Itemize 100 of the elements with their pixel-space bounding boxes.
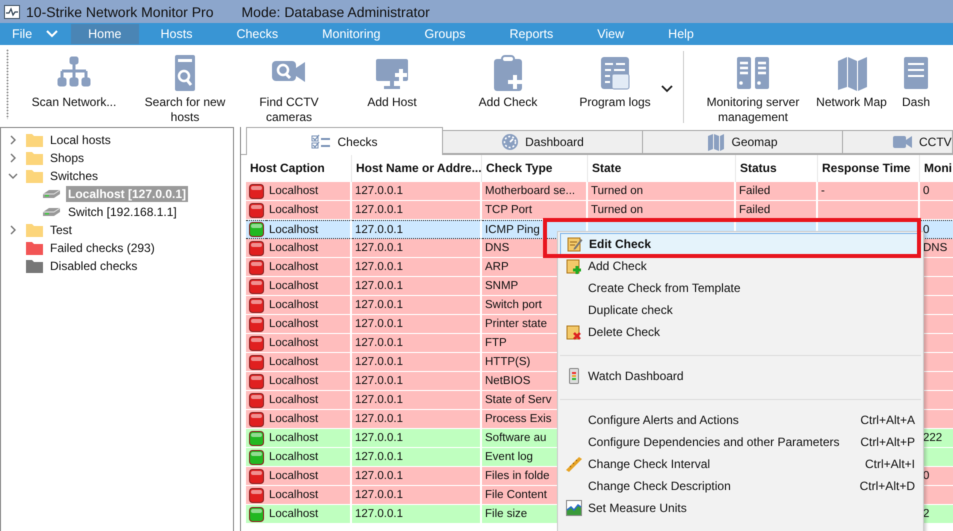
table-cell: Localhost xyxy=(266,391,352,410)
menu-item-label: Change Check Interval xyxy=(588,457,712,471)
table-cell: Localhost xyxy=(266,239,352,258)
camera-icon xyxy=(893,135,913,149)
window-title: 10-Strike Network Monitor Pro xyxy=(26,4,214,20)
chart-icon xyxy=(566,500,582,516)
table-cell: 127.0.0.1 xyxy=(352,220,482,239)
column-header[interactable]: Moni xyxy=(920,155,953,182)
notepad-pencil-icon xyxy=(567,236,583,252)
table-cell: 127.0.0.1 xyxy=(352,429,482,448)
table-cell: 127.0.0.1 xyxy=(352,277,482,296)
table-cell: Localhost xyxy=(266,277,352,296)
ribbon-button[interactable]: Program logs xyxy=(569,55,661,110)
ribbon-button[interactable]: Monitoring server management xyxy=(696,55,810,125)
shortcut-label: Ctrl+Alt+I xyxy=(864,457,916,471)
table-cell: Localhost xyxy=(266,448,352,467)
tree-item[interactable]: Disabled checks xyxy=(48,258,140,274)
shortcut-label: Ctrl+Alt+A xyxy=(860,413,916,427)
chevron-down-icon[interactable] xyxy=(8,171,18,181)
shortcut-label: Ctrl+Alt+D xyxy=(860,479,916,493)
table-cell: 127.0.0.1 xyxy=(352,334,482,353)
ribbon-button[interactable]: Add Check xyxy=(447,55,569,110)
tab[interactable]: Dashboard xyxy=(443,130,643,154)
table-cell xyxy=(920,201,953,220)
table-cell: Localhost xyxy=(266,315,352,334)
table-cell: Motherboard se... xyxy=(482,182,588,201)
gauge-icon xyxy=(501,133,520,151)
checklist-icon xyxy=(311,134,332,150)
tab[interactable]: Checks xyxy=(246,127,443,155)
table-cell: Localhost xyxy=(266,258,352,277)
menu-item-label: Configure Alerts and Actions xyxy=(588,413,740,427)
table-cell: Localhost xyxy=(266,182,352,201)
ribbon-button[interactable]: Scan Network... xyxy=(19,55,129,110)
menu-item-label: Duplicate check xyxy=(588,303,674,317)
tree-item[interactable]: Failed checks (293) xyxy=(48,240,157,256)
clipboard-delete-icon xyxy=(566,324,582,340)
chevron-right-icon[interactable] xyxy=(8,135,18,145)
ribbon-button[interactable]: Dash xyxy=(893,55,939,110)
ruler-icon xyxy=(566,456,582,472)
table-cell: 127.0.0.1 xyxy=(352,448,482,467)
clipboard-plus-icon xyxy=(566,258,582,274)
tab[interactable]: CCTV xyxy=(843,130,953,154)
table-cell: - xyxy=(818,182,920,201)
table-cell: 127.0.0.1 xyxy=(352,372,482,391)
table-cell: 0 xyxy=(920,220,953,239)
table-cell: 127.0.0.1 xyxy=(352,182,482,201)
table-cell: 127.0.0.1 xyxy=(352,391,482,410)
network-switch-icon xyxy=(43,207,60,217)
network-switch-icon xyxy=(43,189,60,199)
folder-icon xyxy=(26,169,43,183)
folder-icon xyxy=(26,151,43,165)
table-cell: Failed xyxy=(736,182,818,201)
ribbon-button[interactable]: Add Host xyxy=(337,55,447,110)
menu-item-label: Watch Dashboard xyxy=(588,369,685,383)
table-cell: Localhost xyxy=(266,505,352,524)
table-cell: Localhost xyxy=(266,429,352,448)
pulse-icon xyxy=(4,4,20,18)
table-cell: Localhost xyxy=(266,372,352,391)
table-cell: 0 xyxy=(920,182,953,201)
map-icon xyxy=(707,133,726,151)
table-cell: 127.0.0.1 xyxy=(352,201,482,220)
ribbon-button[interactable]: Find CCTV cameras xyxy=(241,55,337,125)
caret-icon[interactable] xyxy=(661,85,673,93)
tree-item[interactable]: Switch [192.168.1.1] xyxy=(66,204,179,220)
folder-icon xyxy=(26,241,43,255)
menu-item-label: Configure Dependencies and other Parameters xyxy=(588,435,840,449)
menu-item[interactable]: Home xyxy=(71,24,138,44)
menu-item-label: Create Check from Template xyxy=(588,281,742,295)
menu-item-label: Delete Check xyxy=(588,325,662,339)
chevron-right-icon[interactable] xyxy=(8,225,18,235)
mode-label: Mode: Database Administrator xyxy=(242,4,430,20)
table-cell: Turned on xyxy=(588,182,736,201)
tree-item[interactable]: Shops xyxy=(48,150,86,166)
table-cell: 127.0.0.1 xyxy=(352,505,482,524)
table-cell: 127.0.0.1 xyxy=(352,315,482,334)
table-cell: Localhost xyxy=(266,486,352,505)
tree-item[interactable]: Local hosts xyxy=(48,132,113,148)
ribbon-button[interactable]: Search for new hosts xyxy=(129,55,241,125)
table-cell: Localhost xyxy=(266,334,352,353)
table-cell: Localhost xyxy=(266,220,352,239)
tree-item[interactable]: Switches xyxy=(48,168,100,184)
table-cell: 127.0.0.1 xyxy=(352,296,482,315)
folder-icon xyxy=(26,133,43,147)
table-cell: Localhost xyxy=(266,201,352,220)
menu-item-label: Set Measure Units xyxy=(588,501,688,515)
table-cell: 127.0.0.1 xyxy=(352,486,482,505)
table-cell: 127.0.0.1 xyxy=(352,239,482,258)
table-cell: Localhost xyxy=(266,353,352,372)
chevron-right-icon[interactable] xyxy=(8,153,18,163)
tree-item[interactable]: Test xyxy=(48,222,74,238)
menu-item-label: Edit Check xyxy=(589,237,652,251)
device-icon xyxy=(569,368,579,384)
folder-icon xyxy=(26,259,43,273)
table-cell: 127.0.0.1 xyxy=(352,467,482,486)
menu-item-label: Add Check xyxy=(588,259,648,273)
ribbon-button[interactable]: Network Map xyxy=(810,55,893,110)
tab[interactable]: Geomap xyxy=(643,130,843,154)
shortcut-label: Ctrl+Alt+P xyxy=(860,435,916,449)
table-cell: 127.0.0.1 xyxy=(352,410,482,429)
table-cell: 127.0.0.1 xyxy=(352,353,482,372)
